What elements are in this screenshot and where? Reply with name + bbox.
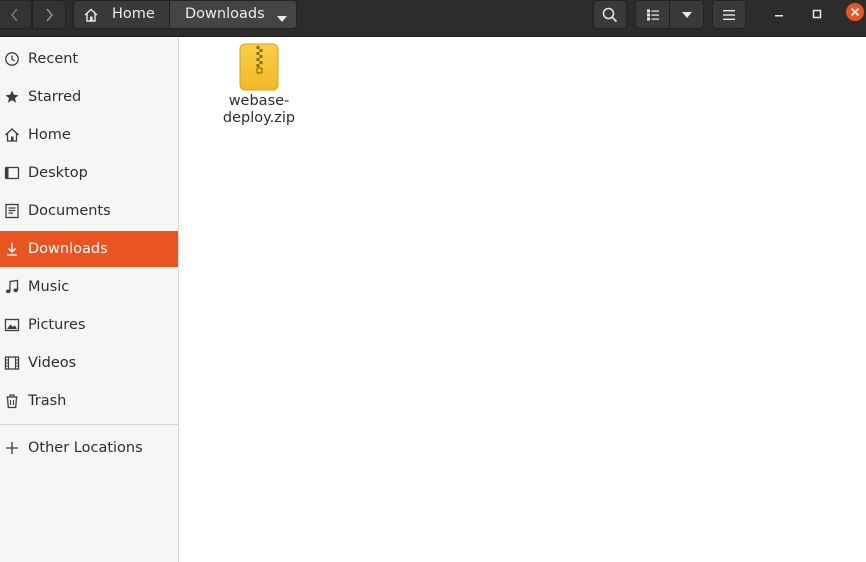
sidebar-item-starred[interactable]: Starred (0, 79, 178, 115)
file-name-line2: deploy.zip (222, 110, 296, 126)
sidebar-item-label: Music (28, 279, 70, 295)
sidebar-item-desktop[interactable]: Desktop (0, 155, 178, 191)
chevron-down-icon (276, 11, 288, 27)
chevron-right-icon (44, 7, 54, 23)
forward-button[interactable] (32, 0, 66, 29)
home-icon (4, 127, 20, 143)
places-sidebar: Recent Starred Home Desktop Documents Do… (0, 37, 179, 562)
star-icon (4, 89, 20, 105)
close-icon (845, 2, 865, 26)
sidebar-item-pictures[interactable]: Pictures (0, 307, 178, 343)
pathbar-home-label: Home (112, 6, 155, 22)
music-icon (4, 279, 20, 295)
close-button[interactable] (845, 2, 865, 26)
chevron-left-icon (10, 7, 20, 23)
clock-icon (4, 51, 20, 67)
sidebar-item-other-locations[interactable]: Other Locations (0, 430, 178, 466)
sidebar-item-label: Other Locations (28, 440, 143, 456)
zip-archive-icon (239, 43, 279, 95)
back-button[interactable] (0, 0, 32, 29)
menu-button[interactable] (712, 0, 746, 29)
document-icon (4, 203, 20, 219)
list-view-icon (646, 8, 660, 22)
sidebar-item-label: Home (28, 127, 71, 143)
search-icon (602, 7, 618, 23)
pathbar-current[interactable]: Downloads (169, 0, 297, 29)
sidebar-item-documents[interactable]: Documents (0, 193, 178, 229)
header-bar: Home Downloads (0, 0, 866, 37)
sidebar-item-label: Videos (28, 355, 77, 371)
hamburger-icon (722, 9, 736, 21)
search-button[interactable] (593, 0, 627, 29)
chevron-down-icon (681, 11, 693, 19)
view-options-button[interactable] (669, 0, 704, 29)
view-toggle-button[interactable] (635, 0, 670, 29)
sidebar-item-trash[interactable]: Trash (0, 383, 178, 419)
sidebar-divider (0, 424, 178, 425)
pathbar-home[interactable]: Home (73, 0, 170, 29)
sidebar-item-downloads[interactable]: Downloads (0, 231, 178, 267)
plus-icon (4, 440, 20, 456)
trash-icon (4, 393, 20, 409)
file-name-line1: webase- (228, 93, 290, 109)
home-icon (83, 7, 99, 27)
sidebar-item-label: Documents (28, 203, 111, 219)
maximize-button[interactable] (807, 4, 827, 24)
minimize-icon (773, 5, 785, 24)
sidebar-item-label: Recent (28, 51, 79, 67)
sidebar-item-videos[interactable]: Videos (0, 345, 178, 381)
file-view[interactable]: webase- deploy.zip (179, 37, 866, 562)
video-icon (4, 355, 20, 371)
sidebar-item-music[interactable]: Music (0, 269, 178, 305)
minimize-button[interactable] (769, 4, 789, 24)
sidebar-item-label: Downloads (28, 241, 108, 257)
sidebar-item-label: Starred (28, 89, 82, 105)
picture-icon (4, 317, 20, 333)
sidebar-item-recent[interactable]: Recent (0, 41, 178, 77)
sidebar-item-label: Pictures (28, 317, 86, 333)
sidebar-item-label: Desktop (28, 165, 88, 181)
download-icon (4, 241, 20, 257)
file-name: webase- deploy.zip (217, 93, 301, 127)
desktop-icon (4, 165, 20, 181)
maximize-icon (811, 5, 823, 24)
sidebar-item-home[interactable]: Home (0, 117, 178, 153)
sidebar-item-label: Trash (28, 393, 67, 409)
pathbar-current-label: Downloads (185, 6, 265, 22)
